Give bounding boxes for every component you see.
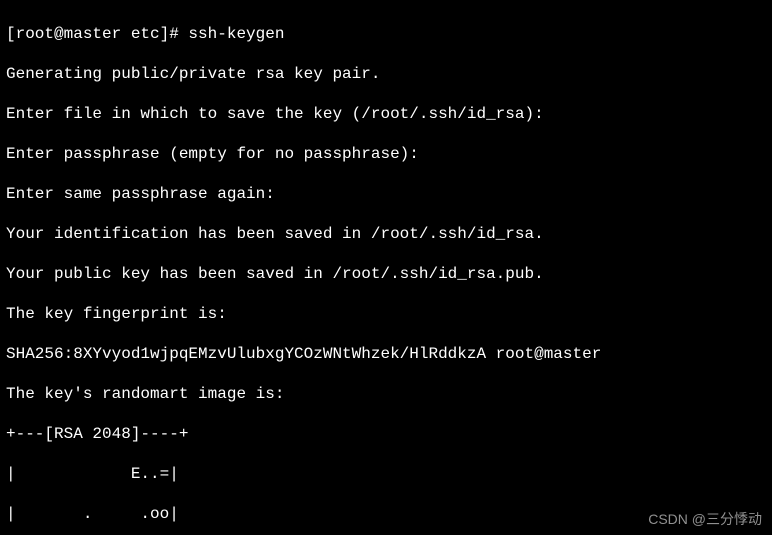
terminal-line: SHA256:8XYvyod1wjpqEMzvUlubxgYCOzWNtWhze… <box>6 344 766 364</box>
terminal-line: The key fingerprint is: <box>6 304 766 324</box>
terminal-line: Your identification has been saved in /r… <box>6 224 766 244</box>
watermark-text: CSDN @三分悸动 <box>648 509 762 529</box>
terminal-line: Enter passphrase (empty for no passphras… <box>6 144 766 164</box>
terminal-output[interactable]: [root@master etc]# ssh-keygen Generating… <box>0 0 772 535</box>
terminal-line: +---[RSA 2048]----+ <box>6 424 766 444</box>
terminal-line: Enter same passphrase again: <box>6 184 766 204</box>
terminal-line: The key's randomart image is: <box>6 384 766 404</box>
terminal-line: [root@master etc]# ssh-keygen <box>6 24 766 44</box>
terminal-line: | E..=| <box>6 464 766 484</box>
terminal-line: Generating public/private rsa key pair. <box>6 64 766 84</box>
terminal-line: Enter file in which to save the key (/ro… <box>6 104 766 124</box>
terminal-line: Your public key has been saved in /root/… <box>6 264 766 284</box>
